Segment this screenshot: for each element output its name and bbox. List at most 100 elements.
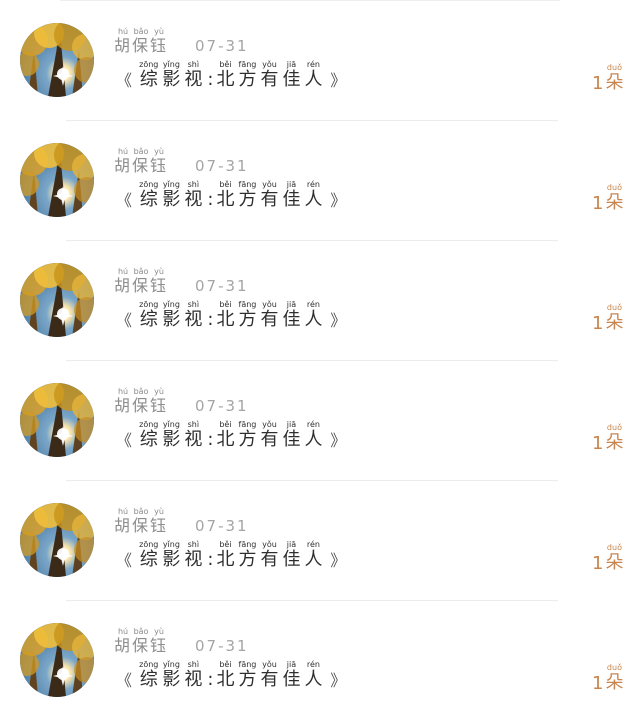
title-char: 影yǐng <box>162 300 181 330</box>
flower-count: 1 朵duǒ <box>592 543 623 574</box>
forest-canopy-icon[interactable] <box>20 23 94 97</box>
title-char: 综zōng <box>139 60 159 90</box>
feed-item[interactable]: 胡hú保bǎo钰yù 07-31 《 综zōng影yǐng视shì: 北běi方f… <box>0 240 640 360</box>
title-char: 有yǒu <box>260 60 279 90</box>
forest-canopy-icon[interactable] <box>20 503 94 577</box>
title-char: 人rén <box>304 180 323 210</box>
flower-count-number: 1 <box>592 73 604 94</box>
flower-count: 1 朵duǒ <box>592 183 623 214</box>
flower-count-unit: 朵duǒ <box>605 183 624 213</box>
title-colon: : <box>207 189 214 210</box>
title-char: 人rén <box>304 540 323 570</box>
title-char: 北běi <box>216 420 235 450</box>
title-char: 视shì <box>184 300 203 330</box>
title-char: 人rén <box>304 60 323 90</box>
author-name[interactable]: 胡hú保bǎo钰yù <box>114 27 168 54</box>
item-meta: 胡hú保bǎo钰yù 07-31 <box>114 267 374 295</box>
feed-item[interactable]: 胡hú保bǎo钰yù 07-31 《 综zōng影yǐng视shì: 北běi方f… <box>0 360 640 480</box>
title-char: 影yǐng <box>162 60 181 90</box>
flower-count-unit: 朵duǒ <box>605 63 624 93</box>
title-open-bracket: 《 <box>116 551 133 570</box>
flower-count-number: 1 <box>592 193 604 214</box>
post-title[interactable]: 《 综zōng影yǐng视shì: 北běi方fāng有yǒu佳jiā人rén 》 <box>116 60 396 94</box>
title-char: 有yǒu <box>260 540 279 570</box>
post-date: 07-31 <box>195 277 249 295</box>
post-title[interactable]: 《 综zōng影yǐng视shì: 北běi方fāng有yǒu佳jiā人rén 》 <box>116 660 396 694</box>
title-char: 视shì <box>184 60 203 90</box>
feed-item[interactable]: 胡hú保bǎo钰yù 07-31 《 综zōng影yǐng视shì: 北běi方f… <box>0 120 640 240</box>
title-char: 佳jiā <box>282 540 301 570</box>
title-char: 方fāng <box>238 300 257 330</box>
author-name[interactable]: 胡hú保bǎo钰yù <box>114 507 168 534</box>
title-char: 视shì <box>184 420 203 450</box>
post-date: 07-31 <box>195 517 249 535</box>
item-meta: 胡hú保bǎo钰yù 07-31 <box>114 507 374 535</box>
title-char: 影yǐng <box>162 540 181 570</box>
flower-count-number: 1 <box>592 433 604 454</box>
title-open-bracket: 《 <box>116 671 133 690</box>
title-colon: : <box>207 429 214 450</box>
title-char: 北běi <box>216 660 235 690</box>
title-char: 方fāng <box>238 660 257 690</box>
title-char: 佳jiā <box>282 60 301 90</box>
feed-item[interactable]: 胡hú保bǎo钰yù 07-31 《 综zōng影yǐng视shì: 北běi方f… <box>0 600 640 720</box>
title-char: 方fāng <box>238 180 257 210</box>
title-colon: : <box>207 549 214 570</box>
title-char: 综zōng <box>139 420 159 450</box>
post-title[interactable]: 《 综zōng影yǐng视shì: 北běi方fāng有yǒu佳jiā人rén 》 <box>116 180 396 214</box>
title-open-bracket: 《 <box>116 431 133 450</box>
author-name[interactable]: 胡hú保bǎo钰yù <box>114 387 168 414</box>
title-close-bracket: 》 <box>330 311 347 330</box>
author-name[interactable]: 胡hú保bǎo钰yù <box>114 147 168 174</box>
flower-count: 1 朵duǒ <box>592 303 623 334</box>
flower-count-unit: 朵duǒ <box>605 303 624 333</box>
title-close-bracket: 》 <box>330 431 347 450</box>
post-title[interactable]: 《 综zōng影yǐng视shì: 北běi方fāng有yǒu佳jiā人rén 》 <box>116 420 396 454</box>
forest-canopy-icon[interactable] <box>20 623 94 697</box>
avatar-image <box>20 383 94 457</box>
title-char: 方fāng <box>238 420 257 450</box>
feed-item[interactable]: 胡hú保bǎo钰yù 07-31 《 综zōng影yǐng视shì: 北běi方f… <box>0 0 640 120</box>
title-colon: : <box>207 669 214 690</box>
title-open-bracket: 《 <box>116 71 133 90</box>
title-char: 有yǒu <box>260 420 279 450</box>
item-meta: 胡hú保bǎo钰yù 07-31 <box>114 147 374 175</box>
forest-canopy-icon[interactable] <box>20 263 94 337</box>
title-char: 综zōng <box>139 300 159 330</box>
title-open-bracket: 《 <box>116 191 133 210</box>
title-char: 综zōng <box>139 660 159 690</box>
title-char: 佳jiā <box>282 300 301 330</box>
title-char: 佳jiā <box>282 420 301 450</box>
title-char: 有yǒu <box>260 660 279 690</box>
flower-count-unit: 朵duǒ <box>605 543 624 573</box>
flower-count: 1 朵duǒ <box>592 63 623 94</box>
title-char: 视shì <box>184 180 203 210</box>
feed-list: 胡hú保bǎo钰yù 07-31 《 综zōng影yǐng视shì: 北běi方f… <box>0 0 640 720</box>
forest-canopy-icon[interactable] <box>20 143 94 217</box>
avatar-image <box>20 23 94 97</box>
title-char: 人rén <box>304 300 323 330</box>
author-name[interactable]: 胡hú保bǎo钰yù <box>114 627 168 654</box>
title-char: 北běi <box>216 180 235 210</box>
avatar-image <box>20 263 94 337</box>
post-date: 07-31 <box>195 397 249 415</box>
title-close-bracket: 》 <box>330 551 347 570</box>
post-title[interactable]: 《 综zōng影yǐng视shì: 北běi方fāng有yǒu佳jiā人rén 》 <box>116 540 396 574</box>
title-char: 方fāng <box>238 540 257 570</box>
author-name[interactable]: 胡hú保bǎo钰yù <box>114 267 168 294</box>
feed-item[interactable]: 胡hú保bǎo钰yù 07-31 《 综zōng影yǐng视shì: 北běi方f… <box>0 480 640 600</box>
title-char: 有yǒu <box>260 300 279 330</box>
forest-canopy-icon[interactable] <box>20 383 94 457</box>
title-char: 综zōng <box>139 540 159 570</box>
item-meta: 胡hú保bǎo钰yù 07-31 <box>114 387 374 415</box>
title-char: 佳jiā <box>282 660 301 690</box>
avatar-image <box>20 143 94 217</box>
post-date: 07-31 <box>195 637 249 655</box>
title-char: 影yǐng <box>162 660 181 690</box>
post-date: 07-31 <box>195 157 249 175</box>
avatar-image <box>20 503 94 577</box>
post-title[interactable]: 《 综zōng影yǐng视shì: 北běi方fāng有yǒu佳jiā人rén 》 <box>116 300 396 334</box>
item-meta: 胡hú保bǎo钰yù 07-31 <box>114 627 374 655</box>
title-char: 影yǐng <box>162 180 181 210</box>
title-char: 人rén <box>304 660 323 690</box>
